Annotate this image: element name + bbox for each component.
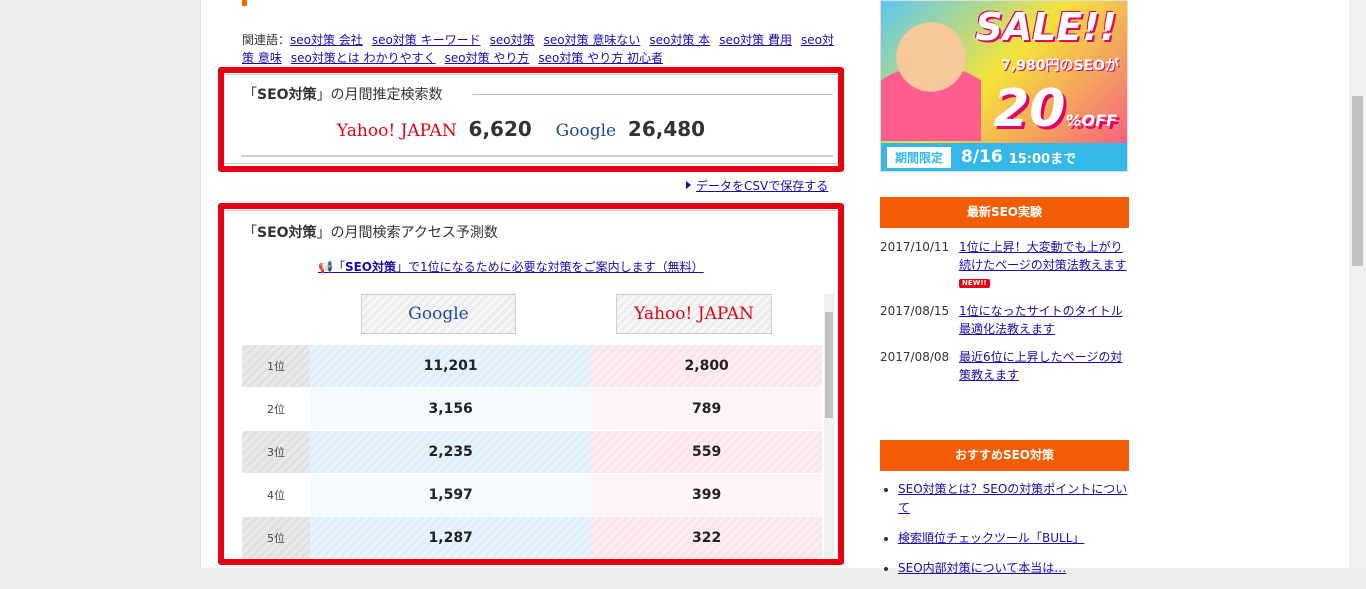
list-item: 検索順位チェックツール「BULL」 — [898, 529, 1130, 548]
table-scrollbar[interactable] — [824, 294, 834, 560]
megaphone-icon: 📢 — [318, 260, 333, 274]
table-row: 1位 11,201 2,800 — [242, 345, 822, 388]
volume-values: Yahoo! JAPAN 6,620 Google 26,480 — [223, 117, 839, 141]
list-item: SEO対策とは？SEOの対策ポイントについて — [898, 480, 1130, 518]
related-link[interactable]: seo対策 費用 — [719, 33, 792, 47]
tab-yahoo[interactable]: Yahoo! JAPAN — [616, 294, 772, 334]
recommend-list: SEO対策とは？SEOの対策ポイントについて 検索順位チェックツール「BULL」… — [880, 480, 1130, 589]
sale-subtext: 7,980円のSEOが — [1001, 58, 1119, 74]
volume-title: 「SEO対策」の月間推定検索数 — [243, 87, 443, 103]
table-row: 2位 3,156 789 — [242, 387, 822, 431]
google-cell: 1,597 — [310, 473, 592, 517]
table-row: 5位 1,287 322 — [242, 516, 822, 560]
google-cell: 3,156 — [310, 387, 592, 431]
yahoo-volume: 6,620 — [468, 117, 532, 141]
promo-link[interactable]: 📢「SEO対策」で1位になるために必要な対策をご案内します（無料） — [318, 258, 704, 275]
news-link[interactable]: 最近6位に上昇したページの対策教えます — [959, 348, 1129, 384]
related-link[interactable]: seo対策 本 — [649, 33, 710, 47]
rank-cell: 2位 — [242, 387, 310, 431]
csv-download-link[interactable]: データをCSVで保存する — [686, 177, 828, 194]
google-cell: 2,235 — [310, 430, 592, 474]
related-link[interactable]: seo対策 — [490, 33, 535, 47]
triangle-right-icon — [686, 181, 691, 189]
latest-seo-heading: 最新SEO実験 — [880, 197, 1129, 228]
news-item: 2017/08/08 最近6位に上昇したページの対策教えます — [880, 348, 1130, 384]
yahoo-cell: 789 — [591, 387, 822, 431]
recommend-link[interactable]: SEO対策とは？SEOの対策ポイントについて — [898, 482, 1127, 515]
rank-cell: 3位 — [242, 430, 310, 474]
sale-banner[interactable]: SALE!! 7,980円のSEOが 20%OFF 期間限定 8/16 15:0… — [880, 0, 1128, 172]
new-badge: NEW!! — [959, 279, 990, 288]
news-item: 2017/10/11 1位に上昇！大変動でも上がり続けたページの対策法教えます … — [880, 238, 1130, 292]
recommend-link[interactable]: SEO内部対策について本当は… — [898, 561, 1066, 575]
page-scrollbar[interactable] — [1349, 0, 1366, 568]
related-link[interactable]: seo対策 会社 — [290, 33, 363, 47]
rank-cell: 1位 — [242, 345, 310, 388]
yahoo-cell: 2,800 — [591, 345, 822, 388]
yahoo-cell: 559 — [591, 430, 822, 474]
monthly-volume-panel: 「SEO対策」の月間推定検索数 Yahoo! JAPAN 6,620 Googl… — [222, 74, 840, 164]
sale-percent: 20%OFF — [993, 79, 1117, 139]
title-divider — [473, 94, 833, 95]
related-keywords: 関連語：seo対策 会社 seo対策 キーワード seo対策 seo対策 意味ない se… — [242, 31, 838, 67]
google-cell: 1,287 — [310, 516, 592, 560]
table-row: 3位 2,235 559 — [242, 430, 822, 474]
yahoo-cell: 399 — [591, 473, 822, 517]
sale-text: SALE!! — [975, 5, 1117, 49]
heading-accent — [242, 0, 247, 6]
page-scroll-thumb[interactable] — [1352, 96, 1363, 266]
news-link[interactable]: 1位に上昇！大変動でも上がり続けたページの対策法教えます NEW!! — [959, 238, 1129, 292]
related-link[interactable]: seo対策 やり方 — [445, 51, 530, 65]
google-volume: 26,480 — [627, 117, 706, 141]
recommend-heading: おすすめSEO対策 — [880, 440, 1129, 471]
yahoo-cell: 322 — [591, 516, 822, 560]
related-link[interactable]: seo対策 やり方 初心者 — [538, 51, 663, 65]
related-link[interactable]: seo対策 キーワード — [372, 33, 481, 47]
news-date: 2017/08/15 — [880, 304, 950, 318]
recommend-link[interactable]: 検索順位チェックツール「BULL」 — [898, 531, 1084, 545]
panel-bottom-rule — [241, 155, 833, 157]
rank-cell: 4位 — [242, 473, 310, 517]
related-link[interactable]: seo対策 意味ない — [544, 33, 641, 47]
child-photo — [881, 1, 981, 141]
news-item: 2017/08/15 1位になったサイトのタイトル最適化法教えます — [880, 302, 1130, 338]
table-row: 4位 1,597 399 — [242, 473, 822, 517]
related-link[interactable]: seo対策とは わかりやすく — [291, 51, 436, 65]
google-logo: Google — [555, 121, 617, 141]
rank-access-table: 1位 11,201 2,800 2位 3,156 789 3位 2,235 55… — [242, 345, 822, 560]
news-link[interactable]: 1位になったサイトのタイトル最適化法教えます — [959, 302, 1129, 338]
list-item: SEO内部対策について本当は… — [898, 559, 1130, 578]
google-cell: 11,201 — [310, 345, 592, 388]
news-date: 2017/10/11 — [880, 240, 950, 254]
rank-cell: 5位 — [242, 516, 310, 560]
related-label: 関連語： — [242, 33, 291, 47]
news-date: 2017/08/08 — [880, 350, 950, 364]
access-title: 「SEO対策」の月間検索アクセス予測数 — [243, 225, 498, 241]
yahoo-logo: Yahoo! JAPAN — [336, 121, 457, 141]
tab-google[interactable]: Google — [361, 294, 516, 334]
table-scroll-thumb[interactable] — [825, 312, 833, 418]
sale-period: 期間限定 8/16 15:00まで — [881, 143, 1127, 171]
